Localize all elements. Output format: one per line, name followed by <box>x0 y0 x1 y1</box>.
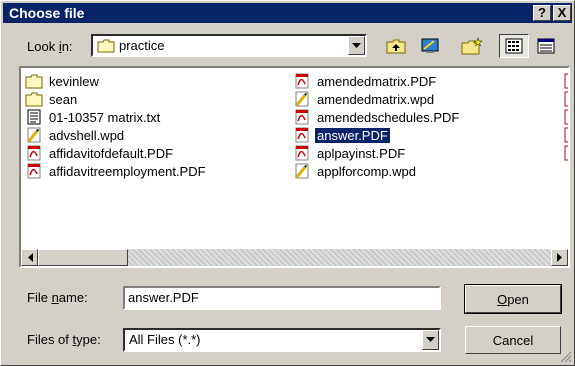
wpd-file-icon <box>25 127 43 143</box>
wpd-file-icon <box>293 163 311 179</box>
folder-icon <box>25 73 43 89</box>
help-button[interactable]: ? <box>533 5 551 21</box>
desktop-icon <box>421 38 439 53</box>
look-in-dropdown-button[interactable] <box>348 36 365 55</box>
up-one-level-button[interactable] <box>381 34 411 58</box>
file-name-input[interactable]: answer.PDF <box>123 286 441 310</box>
file-list-item[interactable]: amendedmatrix.wpd <box>293 90 543 108</box>
file-list-item-label: amendedmatrix.PDF <box>317 73 437 89</box>
cancel-button[interactable]: Cancel <box>465 326 561 354</box>
files-of-type-value: All Files (*.*) <box>129 332 201 347</box>
list-view-button[interactable] <box>499 34 529 58</box>
pdf-file-icon <box>293 145 311 161</box>
files-of-type-combo[interactable]: All Files (*.*) <box>123 328 441 352</box>
file-list-item-label: 01-10357 matrix.txt <box>49 109 161 125</box>
desktop-button[interactable] <box>415 34 445 58</box>
list-view-icon <box>505 38 523 54</box>
dialog-title: Choose file <box>9 5 85 21</box>
pdf-file-icon <box>293 73 311 89</box>
file-list-item-label: affidavitofdefault.PDF <box>49 145 174 161</box>
file-list-column-3-partial <box>561 72 568 175</box>
chevron-down-icon <box>352 42 361 48</box>
file-list-item-label: affidavitreemployment.PDF <box>49 163 206 179</box>
pdf-file-icon <box>25 145 43 161</box>
file-list-item[interactable]: affidavitofdefault.PDF <box>25 144 275 162</box>
files-of-type-label: Files of type: <box>27 332 101 347</box>
close-button[interactable]: X <box>553 5 571 21</box>
folder-icon <box>97 39 115 53</box>
horizontal-scrollbar[interactable] <box>21 249 568 266</box>
folder-icon <box>25 91 43 107</box>
file-name-label: File name: <box>27 290 88 305</box>
file-list-item-label: kevinlew <box>49 73 99 89</box>
file-list-item[interactable]: answer.PDF <box>293 126 543 144</box>
choose-file-dialog: Choose file ? X Look in: practice kevinl… <box>0 0 575 366</box>
chevron-down-icon <box>426 337 435 342</box>
file-list-item-label: sean <box>49 91 78 107</box>
file-list-item[interactable]: amendedschedules.PDF <box>293 108 543 126</box>
new-folder-icon <box>461 37 483 55</box>
pdf-file-icon <box>564 73 568 161</box>
file-list-item[interactable]: sean <box>25 90 275 108</box>
file-list-item-label: applforcomp.wpd <box>317 163 416 179</box>
file-list-item[interactable]: advshell.wpd <box>25 126 275 144</box>
details-view-button[interactable] <box>531 34 561 58</box>
pdf-file-icon <box>25 163 43 179</box>
file-list-item[interactable]: affidavitreemployment.PDF <box>25 162 275 180</box>
file-list-item[interactable]: amendedmatrix.PDF <box>293 72 543 90</box>
scroll-right-button[interactable] <box>551 249 568 266</box>
pdf-file-icon <box>293 109 311 125</box>
file-list-item-label: advshell.wpd <box>49 127 125 143</box>
file-list-column-1: kevinlew sean 01-10357 matrix.txt advshell.… <box>25 72 275 180</box>
resize-grip-icon[interactable] <box>560 351 572 363</box>
open-button[interactable]: Open <box>464 284 562 314</box>
scroll-left-button[interactable] <box>21 249 38 266</box>
file-list-item[interactable]: applforcomp.wpd <box>293 162 543 180</box>
file-list-item-label: aplpayinst.PDF <box>317 145 406 161</box>
chevron-right-icon <box>556 253 562 262</box>
chevron-left-icon <box>27 253 33 262</box>
look-in-label: Look in: <box>27 39 73 54</box>
file-list-item-label: answer.PDF <box>314 126 391 144</box>
details-view-icon <box>537 38 555 54</box>
title-bar[interactable]: Choose file ? X <box>3 3 572 23</box>
pdf-file-icon <box>293 127 311 143</box>
file-list-item[interactable]: 01-10357 matrix.txt <box>25 108 275 126</box>
file-list-item[interactable]: aplpayinst.PDF <box>293 144 543 162</box>
scrollbar-thumb[interactable] <box>38 249 128 266</box>
look-in-combo[interactable]: practice <box>91 34 367 57</box>
new-folder-button[interactable] <box>457 34 487 58</box>
file-list-item[interactable]: kevinlew <box>25 72 275 90</box>
file-list[interactable]: kevinlew sean 01-10357 matrix.txt advshell.… <box>19 66 570 268</box>
look-in-value: practice <box>119 38 165 53</box>
wpd-file-icon <box>293 91 311 107</box>
up-one-level-icon <box>386 39 406 54</box>
file-list-item-label: amendedschedules.PDF <box>317 109 460 125</box>
file-list-column-2: amendedmatrix.PDF amendedmatrix.wpd amende… <box>293 72 543 180</box>
files-of-type-dropdown-button[interactable] <box>422 330 439 350</box>
file-list-item-label: amendedmatrix.wpd <box>317 91 435 107</box>
text-file-icon <box>25 109 43 125</box>
